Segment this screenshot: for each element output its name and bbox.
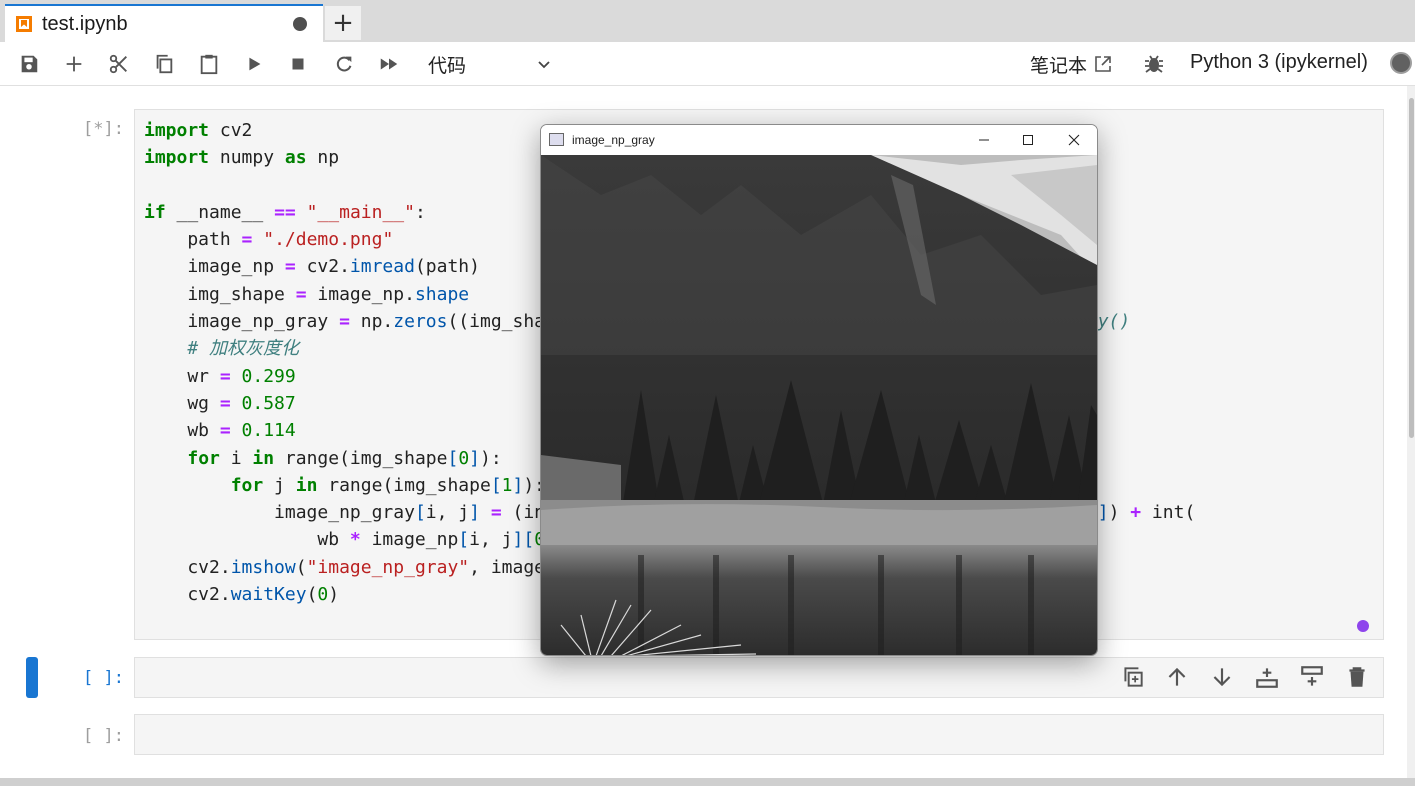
copy-icon [156,54,173,74]
duplicate-icon [1124,667,1143,687]
active-cell-marker[interactable] [26,657,38,698]
notebook-scrollbar[interactable] [1407,86,1415,778]
refresh-icon [336,56,352,72]
arrow-down-icon [1213,668,1231,687]
code-cell-input[interactable] [134,657,1384,698]
maximize-icon [1023,135,1033,145]
unsaved-indicator[interactable] [293,17,307,31]
grayscale-image [541,155,1097,655]
save-icon [21,55,38,73]
clipboard-icon [200,54,218,75]
run-all-button[interactable] [375,50,403,78]
cell-prompt: [*]: [83,119,124,139]
move-cell-up-button[interactable] [1164,664,1190,690]
new-tab-button[interactable]: + [325,6,361,40]
cell-running-indicator [1357,620,1369,632]
cut-button[interactable] [105,50,133,78]
tab-title: test.ipynb [42,12,128,35]
debugger-icon[interactable] [1142,52,1166,76]
cell-prompt: [ ]: [83,726,124,746]
notebook-icon [16,16,32,32]
insert-cell-below-button[interactable] [1299,664,1325,690]
cell-prompt: [ ]: [83,668,124,688]
image-window[interactable]: image_np_gray [540,124,1098,656]
restart-button[interactable] [330,50,358,78]
minimize-button[interactable] [969,129,999,151]
maximize-button[interactable] [1013,129,1043,151]
tab-bar: test.ipynb + [0,0,1415,42]
close-icon [1068,134,1080,146]
notebook-label: 笔记本 [1030,55,1088,77]
tab-test-ipynb[interactable]: test.ipynb [5,4,323,42]
arrow-up-icon [1168,667,1186,686]
kernel-name[interactable]: Python 3 (ipykernel) [1190,51,1368,74]
duplicate-cell-button[interactable] [1120,664,1146,690]
open-notebook-button[interactable]: 笔记本 [1030,50,1113,78]
chevron-down-icon [538,61,550,69]
scissors-icon [109,54,127,74]
fast-forward-icon [380,58,398,70]
close-button[interactable] [1059,129,1089,151]
cell-type-select[interactable]: 代码 [418,48,558,80]
insert-cell-button[interactable] [60,50,88,78]
interrupt-button[interactable] [284,50,312,78]
code-cell-input[interactable] [134,714,1384,755]
notebook-toolbar: 代码 笔记本 Python 3 (ipykernel) [0,42,1415,86]
stop-icon [292,58,304,70]
external-link-icon [1095,56,1111,72]
move-cell-down-button[interactable] [1209,664,1235,690]
kernel-status-indicator [1390,52,1412,74]
insert-above-icon [1256,668,1278,688]
copy-button[interactable] [150,50,178,78]
insert-cell-above-button[interactable] [1254,664,1280,690]
cell-type-value: 代码 [428,55,467,77]
scrollbar-thumb[interactable] [1409,98,1414,438]
window-icon [549,133,564,146]
play-icon [249,57,261,71]
window-title: image_np_gray [572,133,655,147]
insert-below-icon [1301,666,1323,686]
delete-cell-button[interactable] [1344,664,1370,690]
minimize-icon [979,139,989,141]
trash-icon [1349,667,1365,687]
status-strip [0,778,1415,786]
save-button[interactable] [15,50,43,78]
paste-button[interactable] [195,50,223,78]
run-button[interactable] [240,50,268,78]
landscape-image [541,155,1097,655]
window-titlebar[interactable]: image_np_gray [541,125,1097,155]
plus-icon [66,56,82,72]
